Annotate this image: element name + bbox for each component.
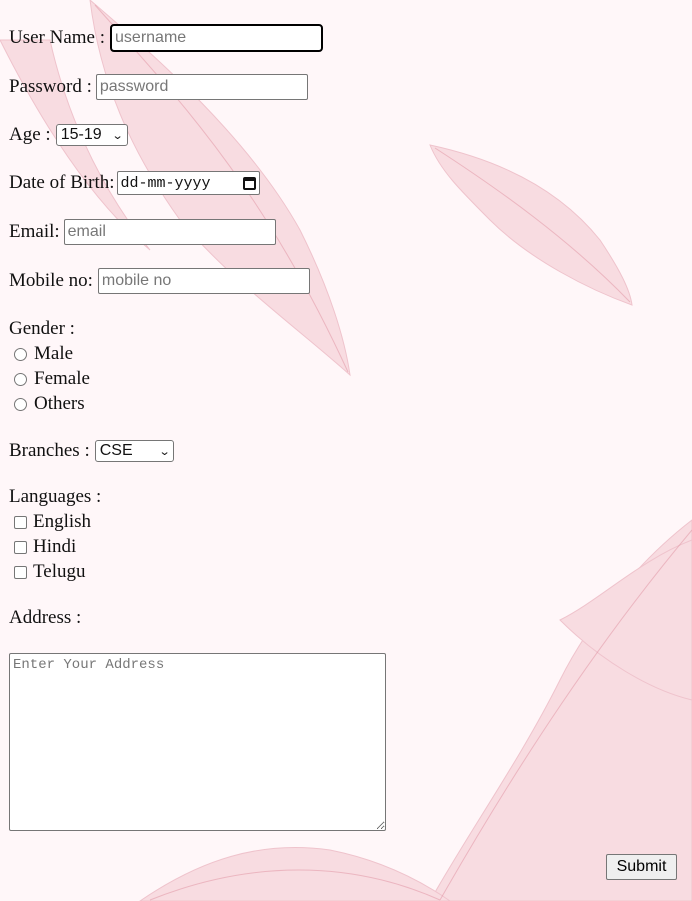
gender-option-female[interactable]: Female	[8, 368, 90, 390]
email-label: Email:	[9, 221, 60, 242]
password-input[interactable]	[95, 74, 308, 100]
address-textarea[interactable]	[9, 653, 386, 831]
radio-button[interactable]	[14, 347, 27, 361]
language-option-hindi[interactable]: Hindi	[8, 536, 76, 558]
branches-selected-value: CSE	[99, 442, 133, 459]
language-option-english[interactable]: English	[8, 511, 91, 533]
gender-option-label: Male	[34, 343, 74, 364]
username-label: User Name :	[9, 27, 106, 48]
dob-label: Date of Birth:	[9, 172, 115, 193]
radio-button[interactable]	[14, 372, 27, 386]
mobile-row: Mobile no:	[9, 268, 310, 294]
gender-option-male[interactable]: Male	[8, 343, 73, 365]
branches-select[interactable]: CSE ⌄	[94, 440, 174, 462]
mobile-input[interactable]	[97, 268, 310, 294]
chevron-down-icon: ⌄	[112, 129, 125, 142]
email-row: Email:	[9, 219, 276, 245]
gender-label: Gender :	[9, 318, 75, 339]
language-option-telugu[interactable]: Telugu	[8, 561, 86, 583]
checkbox[interactable]	[14, 540, 27, 554]
username-row: User Name :	[9, 24, 324, 52]
mobile-label: Mobile no:	[9, 270, 93, 291]
password-label: Password :	[9, 76, 92, 97]
dob-placeholder: dd-mm-yyyy	[120, 174, 211, 192]
language-option-label: English	[33, 511, 92, 532]
languages-label: Languages :	[9, 486, 102, 507]
gender-option-others[interactable]: Others	[8, 393, 85, 415]
gender-option-label: Others	[34, 393, 85, 414]
password-row: Password :	[9, 74, 308, 100]
dob-input[interactable]: dd-mm-yyyy	[116, 171, 260, 195]
address-label: Address :	[9, 607, 82, 628]
email-input[interactable]	[63, 219, 276, 245]
languages-label-row: Languages :	[9, 486, 101, 508]
gender-option-label: Female	[34, 368, 90, 389]
dob-row: Date of Birth: dd-mm-yyyy	[9, 171, 260, 195]
age-select[interactable]: 15-19 ⌄	[55, 124, 128, 146]
branches-row: Branches : CSE ⌄	[9, 440, 174, 462]
age-selected-value: 15-19	[60, 126, 102, 143]
chevron-down-icon: ⌄	[158, 445, 171, 458]
age-label: Age :	[9, 124, 51, 145]
checkbox[interactable]	[14, 515, 27, 529]
checkbox[interactable]	[14, 565, 27, 579]
username-input[interactable]	[110, 24, 324, 52]
calendar-icon[interactable]	[242, 176, 256, 190]
language-option-label: Telugu	[33, 561, 86, 582]
submit-button[interactable]: Submit	[606, 854, 677, 880]
gender-label-row: Gender :	[9, 318, 75, 340]
radio-button[interactable]	[14, 397, 27, 411]
language-option-label: Hindi	[33, 536, 77, 557]
age-row: Age : 15-19 ⌄	[9, 124, 128, 146]
address-label-row: Address :	[9, 607, 81, 629]
branches-label: Branches :	[9, 440, 90, 461]
